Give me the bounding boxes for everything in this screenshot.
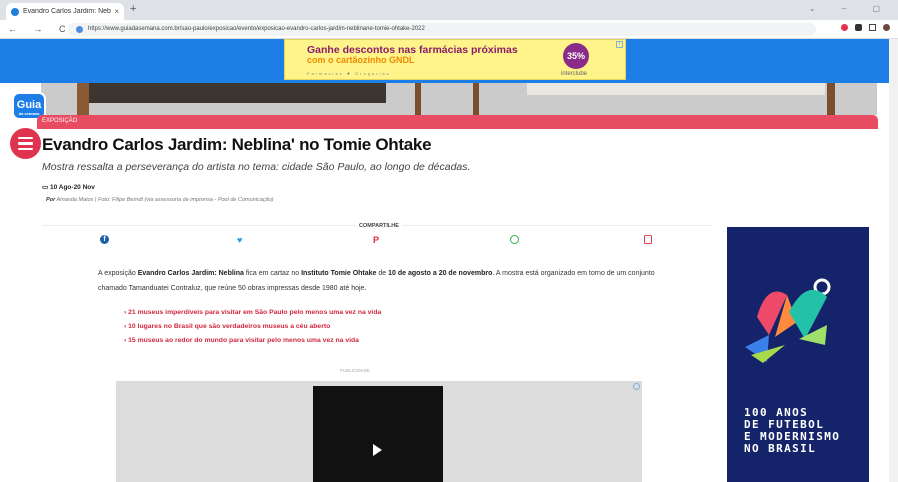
whatsapp-share-icon[interactable] xyxy=(510,235,519,244)
event-date: ▭ 10 Ago-20 Nov xyxy=(42,183,95,191)
page-scrollbar[interactable] xyxy=(889,39,898,482)
calendar-icon: ▭ xyxy=(42,184,49,191)
body-text-segment: A exposição xyxy=(98,270,138,277)
body-text-segment: fica em cartaz no xyxy=(243,270,302,277)
play-icon[interactable] xyxy=(373,444,382,456)
article-paragraph: A exposição Evandro Carlos Jardim: Nebli… xyxy=(98,267,658,296)
top-advertisement[interactable]: Ganhe descontos nas farmácias próximas c… xyxy=(284,39,626,80)
hero-artwork xyxy=(527,83,825,95)
body-text-segment: de xyxy=(376,270,389,277)
logo-text: Guia xyxy=(16,99,42,111)
window-controls[interactable]: ⌄ – ▢ xyxy=(809,4,892,13)
hero-artwork xyxy=(89,83,386,103)
new-tab-button[interactable]: + xyxy=(130,3,136,15)
browser-tab[interactable]: Evandro Carlos Jardim: Neblina × xyxy=(6,3,124,20)
side-ad-graphic xyxy=(745,278,831,363)
ad-discount-badge: 35% xyxy=(563,43,589,69)
ad-brand: interclube xyxy=(561,71,588,77)
side-ad-text: 100 ANOS DE FUTEBOL E MODERNISMO NO BRAS… xyxy=(744,406,841,455)
hero-frame xyxy=(827,83,835,115)
category-label[interactable]: EXPOSIÇÃO xyxy=(42,118,77,124)
site-favicon-icon xyxy=(11,7,19,16)
author-name[interactable]: Amanda Matos xyxy=(57,197,94,203)
video-ad[interactable] xyxy=(116,381,642,482)
related-links: 21 museus imperdíveis para visitar em Sã… xyxy=(124,306,381,348)
puzzle-icon[interactable] xyxy=(855,24,862,31)
url-text: https://www.guiadasemana.com.br/sao-paul… xyxy=(88,26,425,32)
site-info-icon[interactable] xyxy=(76,26,83,33)
hero-frame xyxy=(77,83,89,115)
category-bar: EXPOSIÇÃO xyxy=(37,115,878,129)
video-player[interactable] xyxy=(313,386,443,482)
hamburger-icon xyxy=(18,136,33,140)
article-subtitle: Mostra ressalta a perseverança do artist… xyxy=(42,161,471,173)
ad-logos: Farmácias ✚ Drogarias xyxy=(307,71,391,76)
side-advertisement[interactable]: 100 ANOS DE FUTEBOL E MODERNISMO NO BRAS… xyxy=(727,227,869,482)
ad-label: PUBLICIDADE xyxy=(340,368,371,373)
ad-info-icon[interactable] xyxy=(633,383,640,390)
copy-link-icon[interactable] xyxy=(644,235,652,244)
address-bar-row: ← → C ⌂ https://www.guiadasemana.com.br/… xyxy=(0,20,898,39)
menu-button[interactable] xyxy=(10,128,41,159)
related-link[interactable]: 15 museus ao redor do mundo para visitar… xyxy=(124,334,381,348)
share-label: COMPARTILHE xyxy=(356,223,402,229)
url-field[interactable]: https://www.guiadasemana.com.br/sao-paul… xyxy=(68,23,816,36)
pinterest-share-icon[interactable]: P xyxy=(373,235,379,245)
hero-image xyxy=(41,83,877,115)
hero-frame xyxy=(473,83,479,115)
sidebar-icon[interactable] xyxy=(869,24,876,31)
facebook-share-icon[interactable]: f xyxy=(100,235,109,244)
related-link[interactable]: 21 museus imperdíveis para visitar em Sã… xyxy=(124,306,381,320)
event-date-text: 10 Ago-20 Nov xyxy=(49,184,95,191)
related-link[interactable]: 10 lugares no Brasil que são verdadeiros… xyxy=(124,320,381,334)
byline-prefix: Por xyxy=(46,197,56,203)
body-bold-segment: Evandro Carlos Jardim: Neblina xyxy=(137,270,244,277)
photo-credit: | Foto: Filipe Berndt (via assessoria de… xyxy=(95,197,274,203)
hero-frame xyxy=(415,83,421,115)
byline: Por Amanda Matos | Foto: Filipe Berndt (… xyxy=(46,197,273,203)
extensions-area xyxy=(841,24,890,31)
browser-tab-bar: Evandro Carlos Jardim: Neblina × + ⌄ – ▢ xyxy=(0,0,898,20)
twitter-share-icon[interactable]: ♥ xyxy=(237,235,242,245)
tab-close-icon[interactable]: × xyxy=(114,7,119,16)
ad-subline: com o cartãozinho GNDL xyxy=(307,55,415,65)
body-bold-segment: 10 de agosto a 20 de novembro xyxy=(388,270,493,277)
page-title: Evandro Carlos Jardim: Neblina' no Tomie… xyxy=(42,135,432,154)
ad-choices-icon[interactable]: i xyxy=(616,41,623,48)
tab-title: Evandro Carlos Jardim: Neblina xyxy=(23,8,111,15)
profile-avatar[interactable] xyxy=(883,24,890,31)
body-bold-segment: Instituto Tomie Ohtake xyxy=(301,270,377,277)
extension-icon[interactable] xyxy=(841,24,848,31)
